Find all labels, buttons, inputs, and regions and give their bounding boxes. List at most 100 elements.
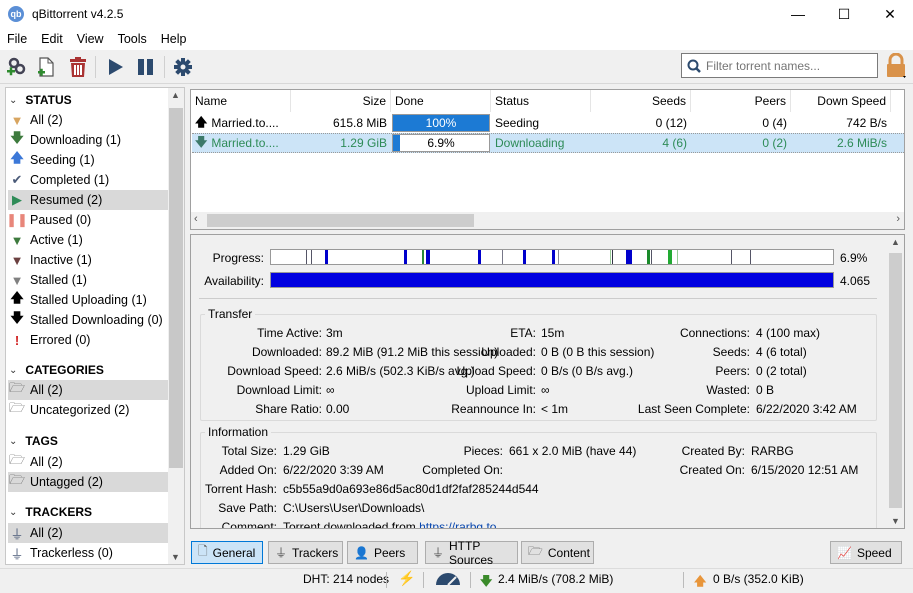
add-torrent-file-button[interactable]	[34, 55, 58, 79]
column-header-peers[interactable]: Peers	[691, 90, 791, 112]
toolbar-separator	[95, 56, 96, 78]
arrow-up-icon: 🡅	[10, 150, 24, 165]
sidebar-scrollbar[interactable]: ▲ ▼	[168, 88, 184, 564]
check-icon: ✔	[11, 172, 23, 187]
tab-http-sources[interactable]: ⏚ HTTP Sources	[425, 539, 518, 567]
chevron-down-icon: ⌄	[9, 506, 18, 518]
created-by-value: RARBG	[751, 444, 794, 458]
status-stalled-uploading[interactable]: 🡅 Stalled Uploading (1)	[8, 290, 168, 310]
tab-trackers[interactable]: ⏚ Trackers	[268, 541, 343, 564]
status-errored[interactable]: ! Errored (0)	[8, 330, 168, 350]
filter-search-box[interactable]	[681, 53, 878, 78]
status-bar: DHT: 214 nodes ⚡ 🡇 2.4 MiB/s (708.2 MiB)…	[0, 568, 913, 590]
scroll-up-icon[interactable]: ▲	[891, 237, 900, 247]
tab-peers[interactable]: 👤 Peers	[347, 541, 418, 564]
filter-icon: ▼	[10, 112, 24, 128]
details-scrollbar[interactable]: ▲ ▼	[887, 235, 904, 528]
categories-section-header[interactable]: ⌄ CATEGORIES	[9, 360, 104, 380]
piece-mark	[404, 250, 407, 264]
scrollbar-thumb[interactable]	[169, 108, 183, 468]
menu-view[interactable]: View	[70, 32, 111, 46]
play-icon: ▶	[12, 192, 22, 207]
menu-tools[interactable]: Tools	[111, 32, 154, 46]
scrollbar-thumb[interactable]	[889, 253, 902, 508]
created-by-label: Created By:	[681, 444, 745, 458]
speed-limits-button[interactable]	[434, 571, 462, 590]
delete-button[interactable]	[66, 55, 90, 79]
tab-general[interactable]: 🗋 General	[191, 541, 263, 564]
scroll-right-icon[interactable]: ›	[896, 213, 900, 225]
scroll-up-icon[interactable]: ▲	[171, 90, 180, 100]
column-header-status[interactable]: Status	[491, 90, 591, 112]
column-header-down-speed[interactable]: Down Speed	[791, 90, 891, 112]
menu-edit[interactable]: Edit	[34, 32, 70, 46]
column-header-seeds[interactable]: Seeds	[591, 90, 691, 112]
resume-button[interactable]	[103, 55, 127, 79]
add-torrent-link-button[interactable]	[4, 55, 28, 79]
tag-untagged[interactable]: 🗁 Untagged (2)	[8, 472, 168, 492]
filter-input[interactable]	[706, 58, 866, 73]
status-all[interactable]: ▼ All (2)	[8, 110, 168, 130]
filter-icon: ▼	[10, 232, 24, 248]
piece-mark	[311, 250, 312, 264]
menu-help[interactable]: Help	[154, 32, 194, 46]
lock-button[interactable]	[884, 52, 908, 79]
speed-button[interactable]: 📈 Speed	[830, 541, 902, 564]
piece-mark	[426, 250, 430, 264]
scroll-left-icon[interactable]: ‹	[194, 213, 198, 225]
pause-icon	[138, 59, 153, 75]
piece-mark	[502, 250, 503, 264]
peers-value: 0 (2 total)	[756, 364, 807, 378]
minimize-button[interactable]: —	[775, 0, 821, 28]
status-stalled[interactable]: ▼ Stalled (1)	[8, 270, 168, 290]
arrow-down-icon: 🡇	[195, 134, 208, 149]
cell-size: 615.8 MiB	[332, 116, 387, 130]
status-seeding[interactable]: 🡅 Seeding (1)	[8, 150, 168, 170]
category-all[interactable]: 🗁 All (2)	[8, 380, 168, 400]
pause-button[interactable]	[134, 55, 158, 79]
close-button[interactable]: ✕	[867, 0, 913, 28]
tracker-icon: ⏚	[432, 546, 445, 560]
scroll-down-icon[interactable]: ▼	[171, 552, 180, 562]
scrollbar-thumb[interactable]	[207, 214, 474, 227]
cell-down-speed: 742 B/s	[846, 116, 887, 130]
category-uncategorized[interactable]: 🗁 Uncategorized (2)	[8, 400, 168, 420]
status-stalled-downloading[interactable]: 🡇 Stalled Downloading (0)	[8, 310, 168, 330]
status-paused[interactable]: ❚❚ Paused (0)	[6, 210, 168, 230]
item-label: Trackerless (0)	[30, 546, 113, 560]
document-gear-icon: 🗋	[198, 544, 208, 558]
piece-mark	[422, 250, 424, 264]
options-button[interactable]	[171, 55, 195, 79]
column-header-name[interactable]: Name	[191, 90, 291, 112]
menu-file[interactable]: File	[0, 32, 34, 46]
status-completed[interactable]: ✔ Completed (1)	[8, 170, 168, 190]
torrent-name: Married.to....	[211, 116, 279, 130]
trackers-section-header[interactable]: ⌄ TRACKERS	[9, 502, 92, 522]
wasted-value: 0 B	[756, 383, 775, 397]
seeds-value: 4 (6 total)	[756, 345, 807, 359]
property-tabs: 🗋 General ⏚ Trackers 👤 Peers ⏚ HTTP Sources …	[190, 539, 913, 567]
status-downloading[interactable]: 🡇 Downloading (1)	[8, 130, 168, 150]
status-resumed[interactable]: ▶ Resumed (2)	[8, 190, 168, 210]
status-section-header[interactable]: ⌄ STATUS	[9, 90, 72, 110]
horizontal-scrollbar[interactable]: ‹ ›	[191, 212, 904, 229]
separator	[470, 572, 471, 588]
connection-status-icon[interactable]: ⚡	[398, 570, 415, 587]
tracker-trackerless[interactable]: ⏚ Trackerless (0)	[8, 543, 168, 563]
trash-icon	[70, 57, 86, 77]
tag-all[interactable]: 🗁 All (2)	[8, 452, 168, 472]
maximize-button[interactable]: ☐	[821, 0, 867, 28]
cell-peers: 0 (2)	[762, 136, 787, 150]
tab-content[interactable]: 🗁 Content	[521, 541, 594, 564]
lock-icon	[887, 52, 906, 78]
comment-link[interactable]: https://rarbg.to	[419, 520, 496, 528]
column-header-done[interactable]: Done	[391, 90, 491, 112]
scroll-down-icon[interactable]: ▼	[891, 516, 900, 526]
status-inactive[interactable]: ▼ Inactive (1)	[8, 250, 168, 270]
column-header-size[interactable]: Size	[291, 90, 391, 112]
status-active[interactable]: ▼ Active (1)	[8, 230, 168, 250]
tracker-all[interactable]: ⏚ All (2)	[8, 523, 168, 543]
filter-sidebar: ⌄ STATUS ▼ All (2) 🡇 Downloading (1) 🡅 Seedi…	[5, 87, 185, 565]
share-ratio-label: Share Ratio:	[255, 402, 322, 416]
tags-section-header[interactable]: ⌄ TAGS	[9, 431, 58, 451]
